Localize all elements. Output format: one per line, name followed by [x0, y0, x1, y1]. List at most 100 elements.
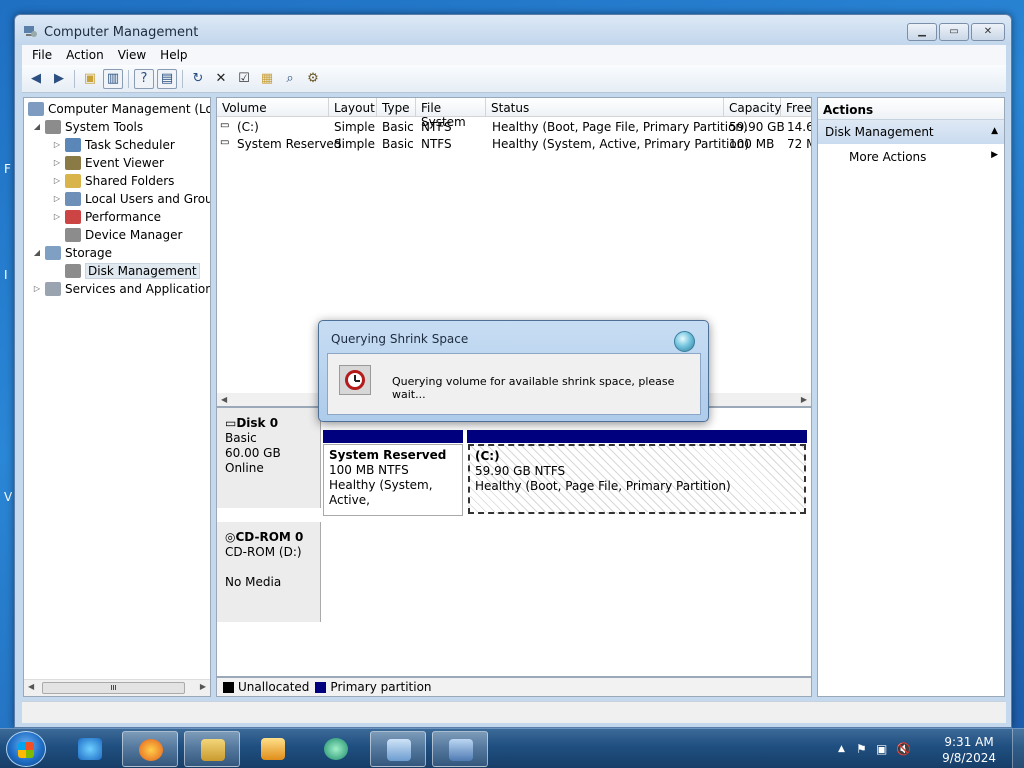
expander-icon[interactable]: ▷ — [52, 140, 62, 149]
taskbar-computer-management[interactable] — [432, 731, 488, 767]
taskbar-internet-explorer[interactable] — [62, 731, 118, 767]
expander-icon[interactable]: ▷ — [52, 212, 62, 221]
expander-icon[interactable]: ▷ — [52, 158, 62, 167]
table-cell: Basic — [382, 120, 414, 134]
table-cell: 72 M — [787, 137, 811, 151]
tree-item[interactable]: Disk Management — [52, 262, 200, 279]
desktop-icon-fragment: V — [4, 490, 13, 504]
show-hide-tree-icon[interactable]: ▥ — [103, 68, 123, 89]
properties-icon[interactable]: ☑ — [234, 69, 254, 89]
table-row[interactable]: ▭ (C:) Simple Basic NTFS Healthy (Boot, Page … — [217, 118, 811, 135]
table-cell: NTFS — [421, 120, 452, 134]
back-arrow-icon[interactable]: ◀ — [26, 69, 46, 89]
tree-item-root[interactable]: Computer Management (Local — [28, 100, 210, 117]
tree-item[interactable]: ▷Local Users and Groups — [52, 190, 210, 207]
app-icon — [324, 738, 348, 760]
maximize-button[interactable]: ▭ — [939, 23, 969, 41]
network-icon[interactable]: ▣ — [876, 742, 887, 756]
tree-item[interactable]: ▷ Shared Folders — [52, 172, 174, 189]
taskbar-app[interactable] — [308, 731, 364, 767]
tree-item[interactable]: ◢ System Tools — [32, 118, 143, 135]
close-button[interactable]: ✕ — [971, 23, 1005, 41]
action-center-flag-icon[interactable]: ⚑ — [856, 742, 867, 756]
expander-icon[interactable]: ◢ — [32, 248, 42, 257]
tree-item[interactable]: ◢ Storage — [32, 244, 112, 261]
table-row[interactable]: ▭ System Reserved Simple Basic NTFS Healthy (… — [217, 135, 811, 152]
cdrom-0-info[interactable]: ◎CD-ROM 0 CD-ROM (D:) No Media — [217, 522, 321, 622]
taskbar-file-explorer[interactable] — [184, 731, 240, 767]
taskbar-firefox[interactable] — [122, 731, 178, 767]
legend-primary-partition: Primary partition — [315, 680, 432, 694]
drive-icon: ▭ — [220, 137, 230, 148]
show-hidden-icons-icon[interactable]: ▲ — [838, 744, 845, 754]
scroll-left-icon[interactable]: ◀ — [28, 682, 34, 691]
expander-icon[interactable]: ◢ — [32, 122, 42, 131]
delete-icon[interactable]: ✕ — [211, 69, 231, 89]
disk-management-icon — [65, 263, 81, 278]
taskbar-media-player[interactable] — [245, 731, 301, 767]
minimize-button[interactable]: ▁ — [907, 23, 937, 41]
menu-help[interactable]: Help — [154, 45, 195, 65]
column-free[interactable]: Free — [781, 98, 811, 117]
submenu-arrow-icon: ▶ — [991, 150, 998, 160]
tree-horizontal-scrollbar[interactable]: ◀ III ▶ — [24, 679, 210, 696]
partition-c-drive[interactable]: (C:) 59.90 GB NTFS Healthy (Boot, Page F… — [468, 444, 806, 514]
tree-item[interactable]: ▷ Task Scheduler — [52, 136, 175, 153]
column-file-system[interactable]: File System — [416, 98, 486, 129]
actions-section-disk-management[interactable]: Disk Management ▲ — [818, 120, 1004, 144]
expander-icon[interactable]: ▷ — [52, 194, 62, 203]
column-type[interactable]: Type — [377, 98, 416, 117]
desktop-icon-fragment: I — [4, 268, 8, 282]
help-icon[interactable]: ? — [134, 68, 154, 89]
partition-system-reserved[interactable]: System Reserved 100 MB NTFS Healthy (Sys… — [323, 444, 463, 516]
scroll-thumb[interactable]: III — [42, 682, 185, 694]
table-cell: Simple — [334, 120, 375, 134]
menu-action[interactable]: Action — [60, 45, 112, 65]
volume-muted-icon[interactable]: 🔇 — [896, 742, 911, 756]
table-cell: Healthy (Boot, Page File, Primary Partit… — [492, 120, 748, 134]
firefox-icon — [139, 739, 163, 761]
up-folder-icon[interactable]: ▣ — [80, 69, 100, 89]
partition-header-bar — [467, 430, 807, 443]
windows-logo-icon — [18, 742, 34, 758]
settings-icon[interactable]: ⚙ — [303, 69, 323, 89]
taskbar-clock[interactable]: 9:31 AM 9/8/2024 — [942, 734, 996, 766]
tree-item[interactable]: ▷ Event Viewer — [52, 154, 164, 171]
tree-item[interactable]: ▷ Services and Applications — [32, 280, 210, 297]
scroll-right-icon[interactable]: ▶ — [801, 395, 807, 404]
tree-item[interactable]: ▷ Performance — [52, 208, 161, 225]
console-tree: Computer Management (Local ◢System Tools… — [23, 97, 211, 697]
table-cell: System Reserved — [237, 137, 342, 151]
refresh-icon[interactable]: ↻ — [188, 69, 208, 89]
collapse-icon[interactable]: ▲ — [991, 126, 998, 136]
column-layout[interactable]: Layout — [329, 98, 377, 117]
computer-management-icon — [24, 26, 37, 37]
volume-list-header: Volume Layout Type File System Status Ca… — [217, 98, 811, 129]
action-more-actions[interactable]: More Actions ▶ — [818, 144, 1004, 168]
actions-header: Actions — [818, 98, 1004, 120]
tree-item[interactable]: Device Manager — [52, 226, 182, 243]
start-button[interactable] — [6, 731, 46, 767]
dialog-message: Querying volume for available shrink spa… — [392, 375, 675, 401]
open-folder-icon[interactable]: ▦ — [257, 69, 277, 89]
column-volume[interactable]: Volume — [217, 98, 329, 117]
table-cell: 59.90 GB — [729, 120, 785, 134]
menu-view[interactable]: View — [112, 45, 154, 65]
storage-icon — [45, 245, 61, 260]
expander-icon[interactable]: ▷ — [52, 176, 62, 185]
clock-icon — [65, 137, 81, 152]
taskbar-control-panel[interactable] — [370, 731, 426, 767]
show-hide-action-pane-icon[interactable]: ▤ — [157, 68, 177, 89]
disk-0-info[interactable]: ▭Disk 0 Basic 60.00 GB Online — [217, 408, 321, 508]
show-desktop-button[interactable] — [1012, 729, 1024, 768]
title-bar[interactable]: Computer Management ▁ ▭ ✕ — [15, 15, 1011, 45]
scroll-right-icon[interactable]: ▶ — [200, 682, 206, 691]
forward-arrow-icon[interactable]: ▶ — [49, 69, 69, 89]
menu-file[interactable]: File — [26, 45, 60, 65]
dialog-title: Querying Shrink Space — [331, 332, 469, 346]
expander-icon[interactable]: ▷ — [32, 284, 42, 293]
column-status[interactable]: Status — [486, 98, 724, 117]
search-icon[interactable]: ⌕ — [280, 69, 300, 89]
scroll-left-icon[interactable]: ◀ — [221, 395, 227, 404]
column-capacity[interactable]: Capacity — [724, 98, 781, 117]
